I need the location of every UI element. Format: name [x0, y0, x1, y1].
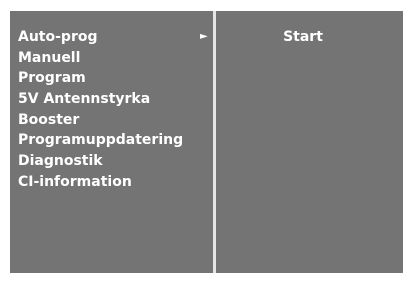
- menu-item-label: 5V Antennstyrka: [18, 91, 151, 108]
- menu-item-label: Manuell: [18, 49, 81, 66]
- menu-item-ci-information[interactable]: CI-information: [18, 172, 215, 193]
- menu-item-programuppdatering[interactable]: Programuppdatering: [18, 130, 215, 151]
- menu-item-label: Diagnostik: [18, 153, 103, 170]
- menu-screen: Auto-prog ► Manuell Program 5V Antennsty…: [10, 11, 403, 273]
- menu-item-label: Programuppdatering: [18, 132, 184, 149]
- menu-item-diagnostik[interactable]: Diagnostik: [18, 151, 215, 172]
- menu-item-label: Booster: [18, 111, 80, 128]
- panel-divider: [213, 11, 216, 273]
- menu-item-label: Auto-prog: [18, 29, 98, 45]
- menu-item-auto-prog[interactable]: Auto-prog ►: [18, 27, 215, 48]
- menu-item-5v-antennstyrka[interactable]: 5V Antennstyrka: [18, 89, 215, 110]
- setup-menu: Auto-prog ► Manuell Program 5V Antennsty…: [18, 27, 215, 193]
- menu-item-booster[interactable]: Booster: [18, 110, 215, 131]
- menu-item-label: Program: [18, 70, 86, 87]
- submenu-arrow-icon: ►: [200, 31, 208, 42]
- menu-item-manuell[interactable]: Manuell: [18, 48, 215, 69]
- start-button[interactable]: Start: [243, 27, 363, 47]
- menu-item-program[interactable]: Program: [18, 68, 215, 89]
- menu-item-label: CI-information: [18, 173, 132, 190]
